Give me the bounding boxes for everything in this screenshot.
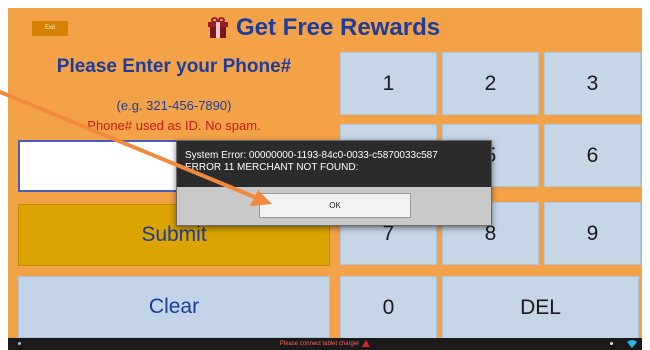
error-dialog: System Error: 00000000-1193-84c0-0033-c5…	[176, 140, 492, 226]
key-6[interactable]: 6	[544, 124, 641, 187]
gift-icon	[208, 17, 228, 39]
dialog-footer: OK	[177, 187, 491, 225]
status-message: Please connect tablet charger	[8, 338, 642, 350]
key-2[interactable]: 2	[442, 52, 539, 115]
warning-icon	[362, 339, 371, 347]
key-0[interactable]: 0	[340, 276, 437, 339]
dot-icon	[610, 342, 613, 345]
error-line-1: System Error: 00000000-1193-84c0-0033-c5…	[185, 150, 438, 161]
phone-prompt: Please Enter your Phone#	[56, 56, 292, 77]
error-message: System Error: 00000000-1193-84c0-0033-c5…	[185, 150, 438, 174]
exit-button[interactable]: Exit	[32, 21, 68, 36]
status-text: Please connect tablet charger	[279, 341, 360, 347]
clear-button[interactable]: Clear	[18, 276, 330, 338]
key-9[interactable]: 9	[544, 202, 641, 265]
key-del[interactable]: DEL	[442, 276, 639, 339]
title-text: Get Free Rewards	[236, 14, 441, 41]
header-bar: Exit Get Free Rewards	[8, 8, 642, 48]
key-1[interactable]: 1	[340, 52, 437, 115]
privacy-notice: Phone# used as ID. No spam.	[87, 118, 261, 133]
error-line-2: ERROR 11 MERCHANT NOT FOUND:	[185, 162, 359, 173]
page-title: Get Free Rewards	[208, 13, 440, 43]
status-bar: Please connect tablet charger	[8, 338, 642, 350]
ok-button[interactable]: OK	[259, 193, 411, 218]
key-3[interactable]: 3	[544, 52, 641, 115]
wifi-icon	[627, 340, 637, 348]
phone-example: (e.g. 321-456-7890)	[116, 98, 232, 113]
